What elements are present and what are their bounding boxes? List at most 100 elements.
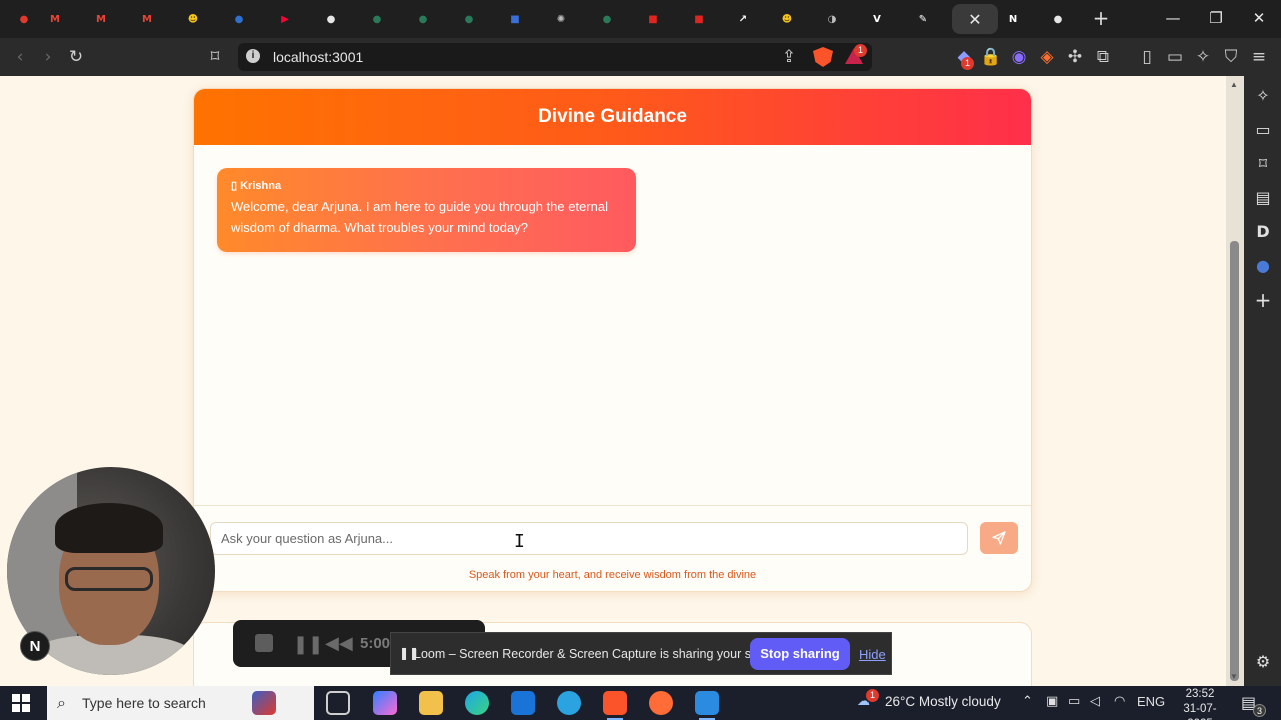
browser-tab[interactable]: ■: [495, 4, 535, 34]
share-icon[interactable]: ⇪: [778, 46, 800, 68]
fox-extension-icon[interactable]: ◈: [1036, 46, 1058, 68]
puzzle-icon[interactable]: ✣: [1064, 46, 1086, 68]
rewind-icon[interactable]: ◀◀: [325, 633, 353, 654]
d-app-icon[interactable]: D: [1252, 221, 1274, 243]
task-view-icon[interactable]: [326, 691, 350, 715]
address-bar[interactable]: i localhost:3001 ⇪ 1: [238, 43, 872, 71]
maximize-button[interactable]: ❐: [1201, 7, 1231, 29]
browser-tab[interactable]: N: [993, 4, 1033, 34]
stop-sharing-button[interactable]: Stop sharing: [750, 638, 850, 670]
back-icon[interactable]: ‹: [9, 46, 31, 68]
reading-list-icon[interactable]: ▭: [1252, 119, 1274, 141]
page-scrollbar[interactable]: ▲ ▼: [1226, 76, 1244, 686]
webcam-glasses: [65, 567, 153, 591]
file-explorer-icon[interactable]: [419, 691, 443, 715]
browser-tab[interactable]: ✎: [903, 4, 943, 34]
extension-badge: 1: [961, 57, 974, 70]
battery-icon[interactable]: ▭: [1068, 694, 1080, 709]
browser-tab[interactable]: ●: [311, 4, 351, 34]
wifi-icon[interactable]: ◠: [1114, 694, 1125, 709]
forward-icon[interactable]: ›: [37, 46, 59, 68]
scroll-thumb[interactable]: [1230, 241, 1239, 681]
weather-text[interactable]: 26°C Mostly cloudy: [885, 694, 1001, 709]
outlook-icon[interactable]: [511, 691, 535, 715]
profile-app-icon[interactable]: ●: [1252, 255, 1274, 277]
cricket-widget-icon[interactable]: [252, 691, 276, 715]
brave-taskbar-icon[interactable]: [603, 691, 627, 720]
browser-tab[interactable]: ✕: [952, 4, 998, 34]
pause-icon[interactable]: ❚❚: [293, 634, 323, 655]
browser-tab[interactable]: ●: [449, 4, 489, 34]
reader-icon[interactable]: ▤: [1252, 187, 1274, 209]
scroll-up-icon[interactable]: ▲: [1230, 80, 1238, 89]
browser-tab[interactable]: ▶: [265, 4, 305, 34]
send-button[interactable]: [980, 522, 1018, 554]
browser-tab[interactable]: ↗: [723, 4, 763, 34]
edge-icon[interactable]: [465, 691, 489, 715]
loom-badge[interactable]: N: [20, 631, 50, 661]
menu-icon[interactable]: ≡: [1248, 46, 1270, 68]
browser-tab[interactable]: ●: [357, 4, 397, 34]
copilot-icon[interactable]: [373, 691, 397, 715]
browser-tab[interactable]: ■: [679, 4, 719, 34]
sidebar-toggle-icon[interactable]: ▯: [1136, 46, 1158, 68]
capture-icon[interactable]: ⧉: [1092, 46, 1114, 68]
app-icon: N: [1008, 13, 1018, 25]
app-icon: ●: [372, 13, 382, 25]
browser-tab[interactable]: ◑: [812, 4, 852, 34]
app-icon: V: [873, 13, 881, 25]
window-close-button[interactable]: ✕: [1244, 7, 1274, 29]
app-icon: ●: [602, 13, 612, 25]
copilot-extension-icon[interactable]: ◉: [1008, 46, 1030, 68]
site-info-icon[interactable]: i: [246, 49, 260, 63]
postman-icon[interactable]: [649, 691, 673, 715]
reload-icon[interactable]: ↻: [65, 46, 87, 68]
question-input[interactable]: [210, 522, 968, 555]
leo-ai-icon[interactable]: ✧: [1192, 46, 1214, 68]
stop-recording-icon[interactable]: [255, 634, 273, 652]
meet-icon[interactable]: ▣: [1046, 694, 1058, 709]
browser-tab[interactable]: ●: [403, 4, 443, 34]
browser-tab[interactable]: ☻: [767, 4, 807, 34]
new-tab-button[interactable]: +: [1090, 7, 1112, 29]
browser-tab[interactable]: ●: [1038, 4, 1078, 34]
browser-tab[interactable]: ●: [219, 4, 259, 34]
browser-tab[interactable]: ●: [587, 4, 627, 34]
brave-shield-icon[interactable]: [813, 47, 833, 67]
close-icon[interactable]: ✕: [968, 10, 981, 29]
app-icon: ●: [464, 13, 474, 25]
minimize-button[interactable]: —: [1158, 7, 1188, 29]
browser-tab[interactable]: ☻: [173, 4, 213, 34]
browser-tab[interactable]: ■: [633, 4, 673, 34]
settings-gear-icon[interactable]: ⚙: [1252, 651, 1274, 673]
windows-start-icon[interactable]: [12, 694, 30, 712]
hide-link[interactable]: Hide: [859, 647, 886, 662]
recording-timer: 5:00: [360, 635, 391, 652]
scroll-down-icon[interactable]: ▼: [1230, 672, 1238, 681]
browser-tab[interactable]: M: [35, 4, 75, 34]
clock-date: 31-07-2025: [1183, 703, 1217, 720]
telegram-icon[interactable]: [557, 691, 581, 715]
add-panel-icon[interactable]: +: [1252, 289, 1274, 311]
browser-tab-strip: + — ❐ ✕ ● M M M ☻ ● ▶ ● ● ● ● ■ ✺ ● ■ ■ ↗ ☻ ◑ V ✎ ✕ N ●: [0, 0, 1281, 38]
browser-tab[interactable]: V: [857, 4, 897, 34]
language-indicator[interactable]: ENG: [1137, 694, 1165, 709]
bookmarks-icon[interactable]: ⌑: [1252, 153, 1274, 175]
tray-overflow-icon[interactable]: ⌃: [1022, 694, 1033, 709]
lock-extension-icon[interactable]: 🔒: [980, 46, 1002, 68]
vscode-icon[interactable]: [695, 691, 719, 720]
leo-ai-icon[interactable]: ✧: [1252, 85, 1274, 107]
browser-tab[interactable]: M: [127, 4, 167, 34]
github-icon: ●: [326, 13, 336, 25]
chat-input-area: Speak from your heart, and receive wisdo…: [194, 505, 1031, 591]
search-icon: ⌕: [57, 693, 66, 712]
taskbar-search[interactable]: ⌕ Type here to search: [47, 686, 314, 720]
wallet-icon[interactable]: ▭: [1164, 46, 1186, 68]
clock[interactable]: 23:52 31-07-2025: [1172, 687, 1228, 720]
bookmark-icon[interactable]: ⌑: [204, 46, 226, 68]
weather-badge: 1: [866, 689, 879, 702]
browser-tab[interactable]: M: [81, 4, 121, 34]
vpn-shield-icon[interactable]: ⛉: [1220, 46, 1242, 68]
browser-tab[interactable]: ✺: [541, 4, 581, 34]
volume-icon[interactable]: ◁: [1090, 694, 1100, 709]
